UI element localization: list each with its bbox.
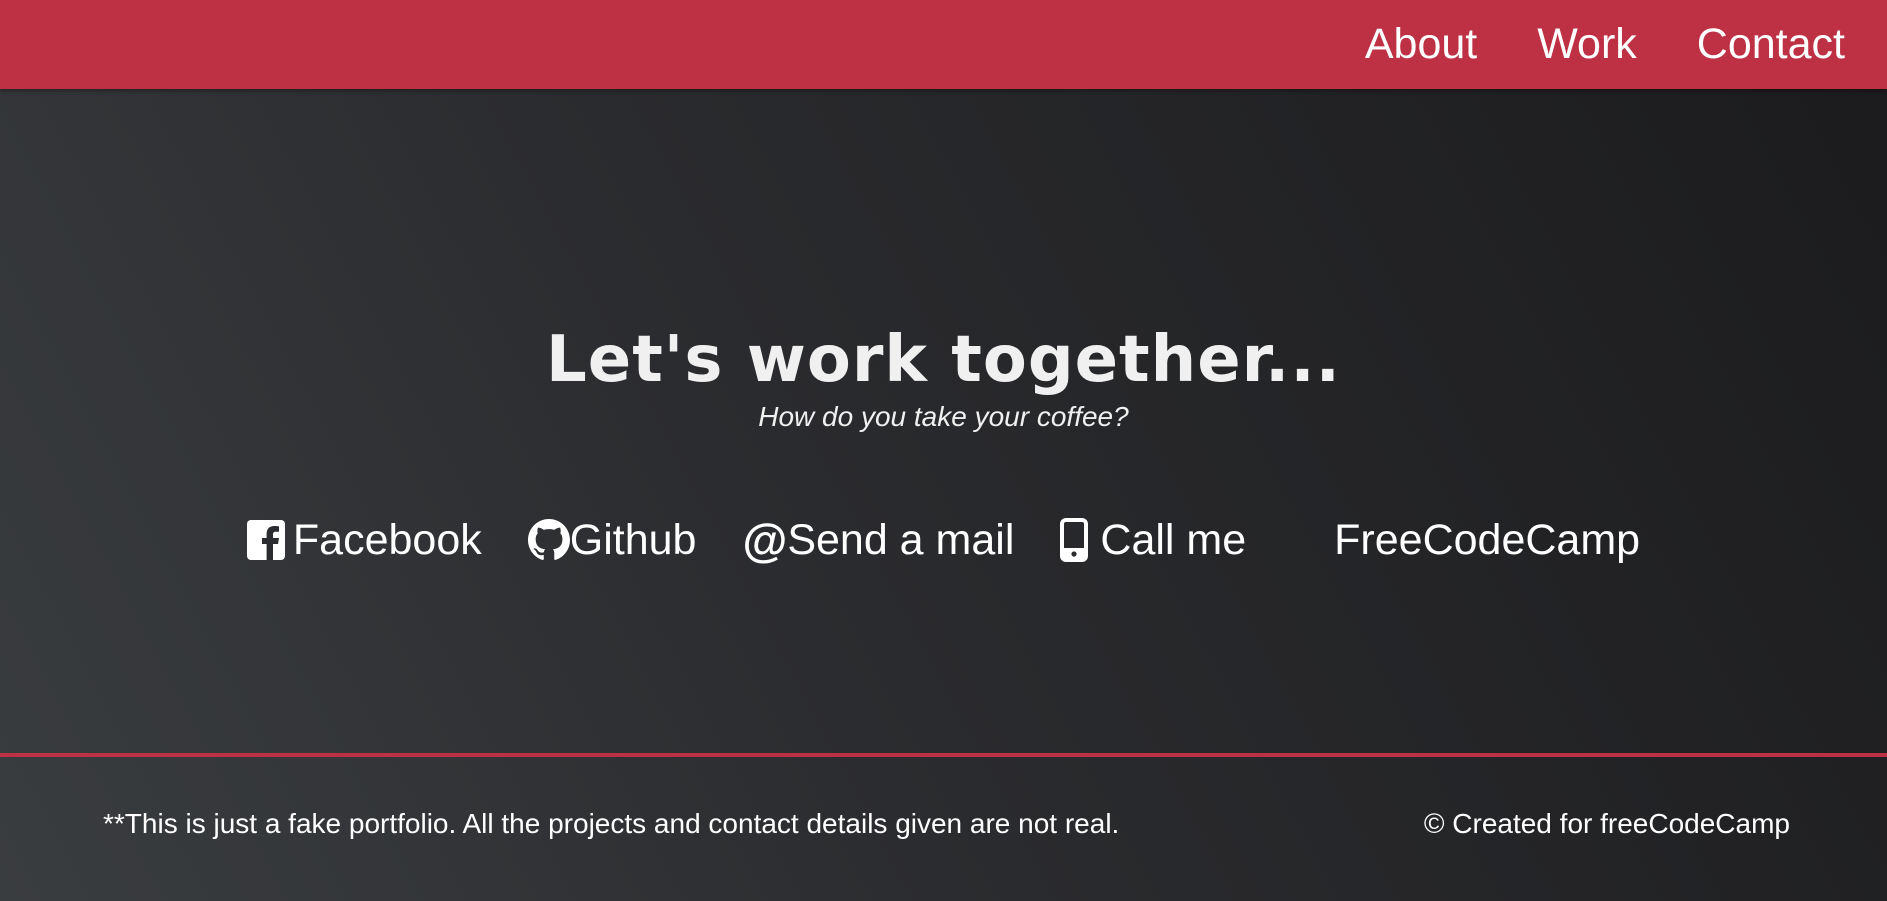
contact-section: Let's work together... How do you take y… (0, 89, 1887, 753)
nav-link-work[interactable]: Work (1507, 0, 1667, 89)
top-navbar: About Work Contact (0, 0, 1887, 89)
footer: **This is just a fake portfolio. All the… (0, 753, 1887, 901)
nav-link-contact[interactable]: Contact (1667, 0, 1845, 89)
nav-item-work: Work (1507, 0, 1667, 89)
footer-credit: © Created for freeCodeCamp (1423, 808, 1790, 839)
contact-link-label: Call me (1100, 515, 1247, 564)
contact-title: Let's work together... (546, 323, 1341, 397)
contact-link-label: FreeCodeCamp (1334, 515, 1641, 564)
nav-link-about[interactable]: About (1335, 0, 1507, 89)
contact-link-phone[interactable]: Call me (1060, 516, 1246, 565)
contact-link-freecodecamp[interactable]: FreeCodeCamp (1334, 516, 1640, 565)
facebook-icon (246, 520, 285, 560)
contact-link-email[interactable]: @ Send a mail (742, 513, 1014, 567)
contact-link-label: Send a mail (787, 515, 1015, 564)
at-icon: @ (742, 514, 788, 566)
mobile-phone-icon (1060, 518, 1089, 562)
footer-disclaimer: **This is just a fake portfolio. All the… (103, 808, 1120, 839)
contact-link-label: Github (569, 515, 697, 564)
nav-item-about: About (1335, 0, 1507, 89)
github-icon (527, 519, 570, 561)
contact-link-label: Facebook (292, 515, 482, 564)
nav-list: About Work Contact (1335, 0, 1887, 89)
contact-link-facebook[interactable]: Facebook (246, 515, 482, 565)
contact-subtitle: How do you take your coffee? (758, 401, 1129, 433)
contact-link-github[interactable]: Github (527, 515, 697, 565)
nav-item-contact: Contact (1667, 0, 1845, 89)
contact-header: Let's work together... How do you take y… (0, 325, 1887, 433)
contact-links: Facebook Github @ Send a mail Call me Fr… (0, 513, 1887, 567)
